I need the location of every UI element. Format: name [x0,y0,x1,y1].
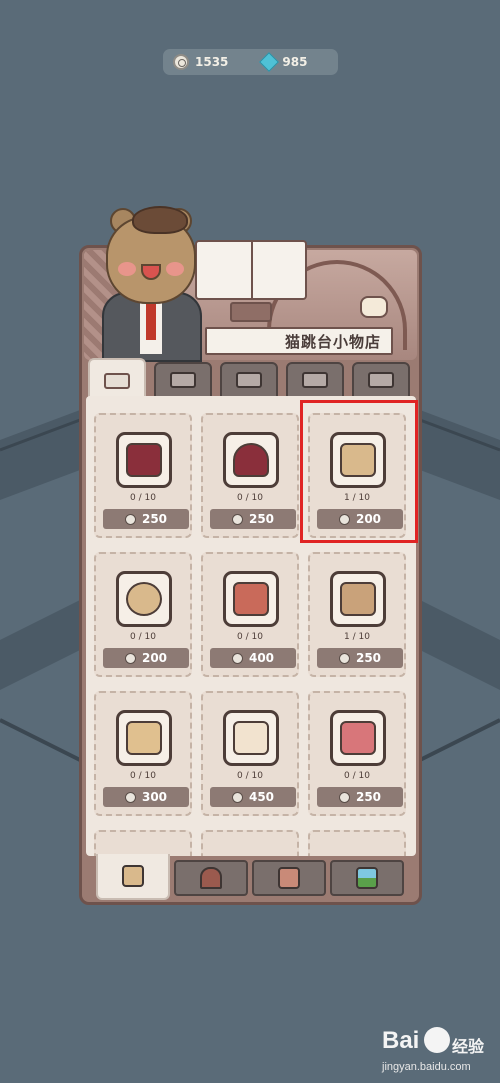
coin-amount: 1535 [195,55,229,69]
item-count: 1 / 10 [344,632,370,642]
buy-button[interactable]: 400 [210,648,296,668]
book-stand [230,302,272,322]
round-stool-icon [223,432,279,488]
round-table-icon [116,571,172,627]
shopkeeper-mascot [96,204,214,362]
wooden-chair-icon [330,432,386,488]
buy-button[interactable]: 250 [317,648,403,668]
item-card-round-table[interactable]: 0 / 10 200 [94,552,192,677]
armchair-icon [330,710,386,766]
item-card-partial[interactable] [308,830,406,856]
item-count: 0 / 10 [344,771,370,781]
mascot-cheek [118,262,136,276]
watermark-url: jingyan.baidu.com [382,1061,471,1073]
tab-tables[interactable] [154,362,212,398]
item-count: 0 / 10 [237,493,263,503]
coin-icon [124,513,136,525]
item-price: 250 [355,790,382,804]
buy-button[interactable]: 300 [103,787,189,807]
chair-icon [302,372,328,388]
item-price: 400 [248,651,275,665]
coin-icon [124,791,136,803]
item-count: 0 / 10 [130,771,156,781]
mascot-tie [146,300,156,340]
tab-wallpapers[interactable] [330,860,404,896]
item-price: 250 [355,651,382,665]
item-count: 0 / 10 [237,771,263,781]
side-table-letter-icon [330,571,386,627]
item-grid: 0 / 10 250 0 / 10 250 1 / 10 200 0 / 10 … [86,396,416,856]
item-card-coat-stand[interactable]: 0 / 10 250 [94,413,192,538]
watermark-brand: Bai [382,1027,420,1054]
buy-button[interactable]: 250 [210,509,296,529]
item-card-round-stool[interactable]: 0 / 10 250 [201,413,299,538]
shop-title: 猫跳台小物店 [284,332,381,351]
coin-icon [231,791,243,803]
wardrobe-icon [116,710,172,766]
baidu-jingyan-watermark: Bai 经验 jingyan.baidu.com [382,1025,494,1079]
item-card-desk-lamp-table[interactable]: 0 / 10 400 [201,552,299,677]
item-count: 0 / 10 [130,493,156,503]
shop-title-sign: 猫跳台小物店 [205,327,393,355]
item-card-partial[interactable] [94,830,192,856]
coin-icon [231,513,243,525]
item-card-armchair[interactable]: 0 / 10 250 [308,691,406,816]
item-card-partial[interactable] [201,830,299,856]
item-price: 200 [355,512,382,526]
buy-button[interactable]: 200 [103,648,189,668]
currency-bar: 1535 985 [163,49,338,75]
floor-pattern-icon [278,867,300,889]
buy-button[interactable]: 250 [317,787,403,807]
coin-icon [338,513,350,525]
bottom-tabs [92,854,410,904]
tab-furniture[interactable] [96,854,170,900]
item-price: 450 [248,790,275,804]
item-price: 250 [248,512,275,526]
cabinet-icon [236,372,262,388]
item-count: 1 / 10 [344,493,370,503]
item-card-wooden-chair[interactable]: 1 / 10 200 [308,413,406,538]
tab-cabinets[interactable] [220,362,278,398]
all-items-icon [104,373,130,389]
coin-icon [338,652,350,664]
gem-icon [259,52,280,72]
paw-icon [424,1027,450,1053]
bed-icon [368,372,394,388]
tab-windows[interactable] [174,860,248,896]
window-icon [200,867,222,889]
tab-floors[interactable] [252,860,326,896]
coin-icon [124,652,136,664]
gem-amount: 985 [282,55,308,69]
watermark-cn: 经验 [452,1037,485,1056]
buy-button[interactable]: 450 [210,787,296,807]
mascot-cheek [166,262,184,276]
tab-beds[interactable] [352,362,410,398]
wallpaper-landscape-icon [356,867,378,889]
bed-icon [223,710,279,766]
item-card-side-table-letter[interactable]: 1 / 10 250 [308,552,406,677]
item-price: 200 [141,651,168,665]
coin-icon [173,54,189,70]
mascot-hair [132,206,188,234]
table-icon [170,372,196,388]
buy-button[interactable]: 200 [317,509,403,529]
furniture-icon [122,865,144,887]
item-count: 0 / 10 [130,632,156,642]
item-price: 300 [141,790,168,804]
coin-icon [231,652,243,664]
item-card-wardrobe[interactable]: 0 / 10 300 [94,691,192,816]
small-pet-icon [360,296,388,318]
item-price: 250 [141,512,168,526]
tab-chairs[interactable] [286,362,344,398]
item-card-bed[interactable]: 0 / 10 450 [201,691,299,816]
coin-balance[interactable]: 1535 [173,54,228,70]
desk-lamp-table-icon [223,571,279,627]
buy-button[interactable]: 250 [103,509,189,529]
coat-stand-icon [116,432,172,488]
gem-balance[interactable]: 985 [259,52,308,72]
coin-icon [338,791,350,803]
item-count: 0 / 10 [237,632,263,642]
category-tabs [88,358,414,402]
